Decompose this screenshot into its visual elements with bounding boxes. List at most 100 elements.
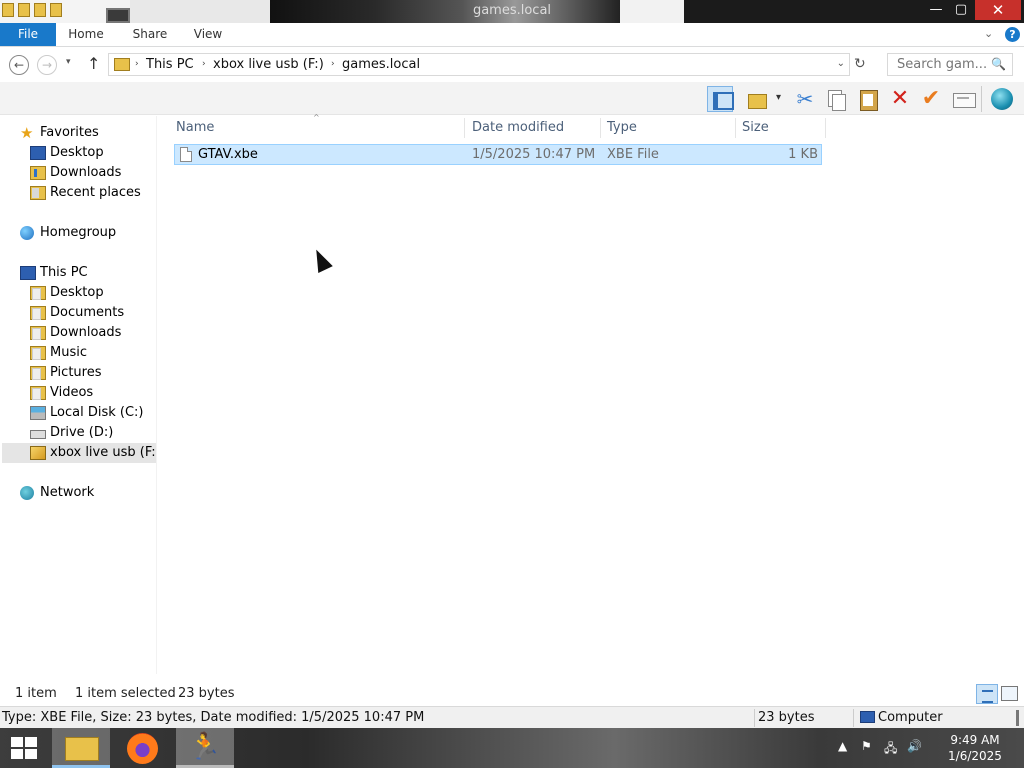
breadcrumb-this-pc[interactable]: This PC — [146, 57, 194, 72]
drive-icon — [30, 430, 46, 439]
sort-ascending-icon: ^ — [313, 113, 320, 122]
desktop-icon — [30, 146, 46, 160]
location-text: Computer — [878, 710, 943, 725]
volume-icon[interactable]: 🔊 — [907, 739, 922, 753]
column-divider[interactable] — [825, 118, 826, 138]
breadcrumb-separator[interactable]: › — [331, 59, 335, 69]
firefox-icon[interactable] — [127, 733, 158, 764]
clock-time: 9:49 AM — [950, 733, 1000, 747]
action-center-flag-icon[interactable]: ⚑ — [861, 739, 872, 753]
copy-icon[interactable] — [823, 86, 849, 112]
star-icon: ★ — [20, 124, 34, 142]
clock[interactable]: 9:49 AM 1/6/2025 — [940, 732, 1010, 764]
windows-logo-icon — [11, 737, 23, 747]
file-size: 1 KB — [788, 147, 818, 162]
toolbar-divider — [981, 86, 982, 112]
status-bar: 1 item 1 item selected 23 bytes — [0, 684, 1024, 706]
windows-logo-icon — [25, 749, 37, 759]
column-header-type[interactable]: Type — [607, 118, 637, 138]
file-details-text: Type: XBE File, Size: 23 bytes, Date mod… — [2, 710, 425, 725]
back-button[interactable]: ← — [9, 55, 29, 75]
delete-icon[interactable]: ✕ — [887, 86, 913, 112]
address-dropdown-icon[interactable]: ⌄ — [837, 58, 845, 69]
status-divider — [754, 709, 755, 727]
folder-icon — [114, 58, 130, 71]
tab-file[interactable]: File — [0, 23, 56, 46]
column-header-size[interactable]: Size — [742, 118, 769, 138]
cut-icon[interactable]: ✂ — [792, 86, 818, 112]
network-icon — [20, 486, 34, 500]
refresh-button[interactable]: ↻ — [854, 56, 866, 72]
recent-locations-button[interactable]: ▾ — [66, 57, 71, 67]
homegroup-icon — [20, 226, 34, 240]
column-divider[interactable] — [735, 118, 736, 138]
nav-pc-usb-drive-f[interactable]: xbox live usb (F:) — [30, 443, 156, 463]
taskbar: 🏃 ▲ ⚑ 🖧 🔊 9:49 AM 1/6/2025 — [0, 728, 1024, 768]
title-bar[interactable]: games.local — ▢ ✕ — [0, 0, 1024, 23]
resize-grip[interactable] — [1016, 710, 1019, 726]
up-button[interactable]: ↑ — [87, 54, 100, 73]
network-icon[interactable]: 🖧 — [884, 739, 897, 760]
item-count: 1 item — [15, 686, 57, 701]
large-icons-view-button[interactable] — [1001, 686, 1018, 701]
search-icon[interactable]: 🔍 — [991, 57, 1006, 71]
file-date-modified: 1/5/2025 10:47 PM — [472, 147, 596, 162]
file-list[interactable]: ^ Name Date modified Type Size GTAV.xbe … — [157, 113, 1024, 674]
downloads-folder-icon — [30, 166, 46, 180]
clock-date: 1/6/2025 — [948, 749, 1002, 763]
local-disk-icon — [30, 406, 46, 420]
ribbon-tabs: File Home Share View ⌄ ? — [0, 23, 1024, 47]
computer-icon — [20, 266, 36, 280]
breadcrumb-separator[interactable]: › — [135, 59, 139, 69]
column-header-date-modified[interactable]: Date modified — [472, 118, 564, 138]
address-bar[interactable]: › This PC › xbox live usb (F:) › games.l… — [108, 53, 850, 76]
help-icon[interactable]: ? — [1005, 27, 1020, 42]
command-toolbar: ✂ ✕ ✔ — [0, 82, 1024, 115]
expand-ribbon-icon[interactable]: ⌄ — [984, 27, 993, 40]
start-button[interactable] — [11, 737, 39, 761]
search-input[interactable] — [888, 54, 988, 75]
globe-icon[interactable] — [989, 86, 1015, 112]
details-status-bar: Type: XBE File, Size: 23 bytes, Date mod… — [0, 706, 1024, 728]
window-title: games.local — [472, 3, 552, 18]
tab-share[interactable]: Share — [124, 23, 176, 46]
file-size-text: 23 bytes — [758, 710, 815, 725]
breadcrumb-games-local[interactable]: games.local — [342, 57, 420, 72]
folder-icon — [30, 306, 46, 320]
breadcrumb-separator[interactable]: › — [202, 59, 206, 69]
status-divider — [853, 709, 854, 727]
breadcrumb-usb-drive[interactable]: xbox live usb (F:) — [213, 57, 324, 72]
file-explorer-taskbar-button[interactable] — [52, 728, 110, 768]
folder-icon — [30, 326, 46, 340]
windows-logo-icon — [11, 749, 23, 759]
folder-icon — [30, 386, 46, 400]
file-type: XBE File — [607, 147, 659, 162]
properties-icon[interactable] — [951, 86, 977, 112]
close-button[interactable]: ✕ — [975, 0, 1021, 20]
tab-home[interactable]: Home — [60, 23, 112, 46]
tab-view[interactable]: View — [186, 23, 230, 46]
column-header-name[interactable]: Name — [176, 118, 214, 138]
folder-icon — [30, 346, 46, 360]
paste-icon[interactable] — [855, 86, 881, 112]
details-view-button[interactable] — [976, 684, 998, 704]
table-row[interactable]: GTAV.xbe 1/5/2025 10:47 PM XBE File 1 KB — [174, 144, 822, 165]
maximize-button[interactable]: ▢ — [950, 0, 972, 20]
folder-icon — [30, 366, 46, 380]
usb-drive-icon — [30, 446, 46, 460]
selection-count: 1 item selected — [75, 686, 176, 701]
column-divider[interactable] — [600, 118, 601, 138]
search-box[interactable]: 🔍 — [887, 53, 1013, 76]
file-name: GTAV.xbe — [198, 147, 258, 162]
new-folder-icon[interactable] — [745, 86, 781, 112]
running-man-app-icon[interactable]: 🏃 — [176, 728, 234, 768]
rename-check-icon[interactable]: ✔ — [918, 86, 944, 112]
recent-places-icon — [30, 186, 46, 200]
show-hidden-icons-icon[interactable]: ▲ — [838, 739, 847, 753]
minimize-button[interactable]: — — [925, 0, 947, 20]
column-divider[interactable] — [464, 118, 465, 138]
forward-button[interactable]: → — [37, 55, 57, 75]
navigation-pane[interactable]: ★ Favorites Desktop Downloads Recent pla… — [0, 116, 158, 674]
navigation-pane-toggle-icon[interactable] — [707, 86, 734, 112]
address-row: ← → ▾ ↑ › This PC › xbox live usb (F:) ›… — [0, 48, 1024, 82]
